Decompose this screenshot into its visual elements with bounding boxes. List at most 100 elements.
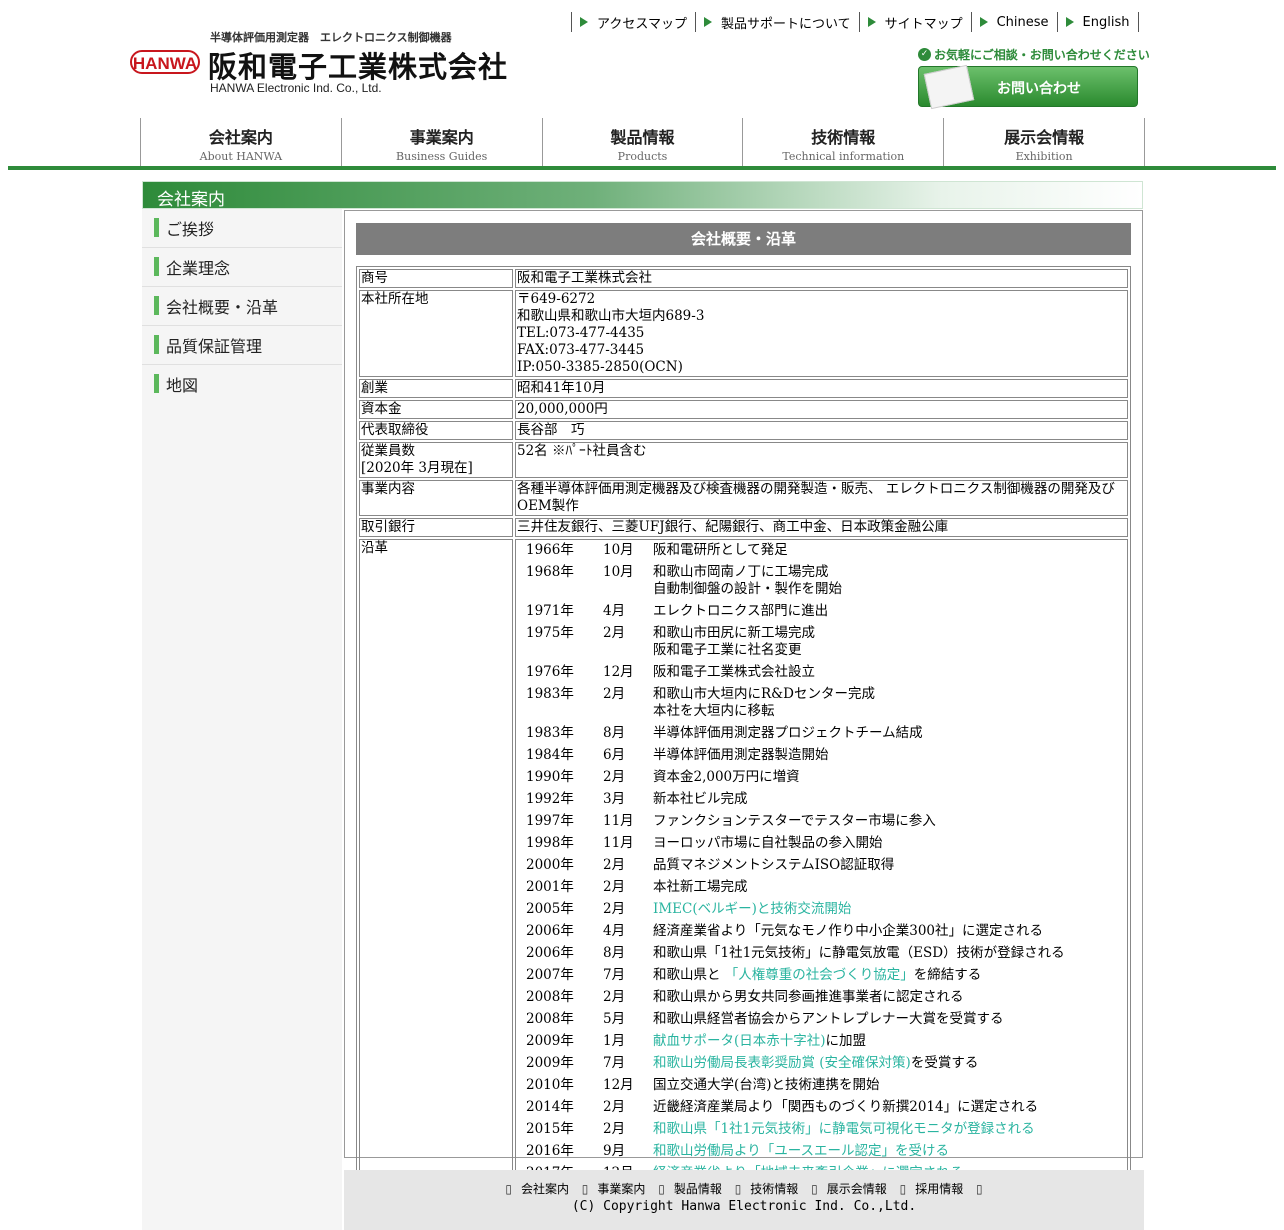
sidebar-item-greeting[interactable]: ご挨拶 (142, 209, 342, 248)
history-month: 12月 (603, 1077, 634, 1093)
footer-link-products[interactable]: 製品情報 (674, 1182, 722, 1196)
top-link-sitemap[interactable]: サイトマップ (858, 12, 971, 32)
history-desc: 和歌山市岡南ノ丁に工場完成 自動制御盤の設計・製作を開始 (653, 564, 1065, 601)
history-year: 2006年 (526, 945, 574, 961)
history-row: 2000年 2月 品質マネジメントシステムISO認証取得 (526, 857, 1065, 877)
top-link-english[interactable]: English (1056, 12, 1139, 32)
history-link[interactable]: 和歌山県「1社1元気技術」に静電気可視化モニタが登録される (653, 1121, 1035, 1137)
history-year: 2005年 (526, 901, 574, 917)
table-row: 事業内容 各種半導体評価用測定機器及び検査機器の開発製造・販売、 エレクトロニクス… (359, 480, 1128, 516)
history-year: 2006年 (526, 923, 574, 939)
history-text: 和歌山県と (653, 967, 725, 983)
sidebar: ご挨拶 企業理念 会社概要・沿革 品質保証管理 地図 (142, 209, 342, 1230)
history-desc: ヨーロッパ市場に自社製品の参入開始 (653, 835, 1065, 855)
history-text: に加盟 (825, 1033, 867, 1049)
nav-business[interactable]: 事業案内 Business Guides (342, 118, 543, 166)
history-year: 1983年 (526, 725, 574, 741)
history-month: 8月 (603, 725, 626, 741)
logo-subtitle: 半導体評価用測定器 エレクトロニクス制御機器 (210, 32, 452, 44)
history-text-line2: 自動制御盤の設計・製作を開始 (653, 581, 842, 597)
nav-technical[interactable]: 技術情報 Technical information (743, 118, 945, 166)
address-cell: 〒649-6272 和歌山県和歌山市大垣内689-3 TEL:073-477-4… (515, 290, 1128, 377)
history-row: 1990年 2月 資本金2,000万円に増資 (526, 769, 1065, 789)
history-year: 2007年 (526, 967, 574, 983)
history-text: 資本金2,000万円に増資 (653, 769, 800, 785)
history-text: 経済産業省より「元気なモノ作り中小企業300社」に選定される (653, 923, 1043, 939)
sidebar-item-map[interactable]: 地図 (142, 365, 342, 403)
history-month: 12月 (603, 664, 634, 680)
history-month: 7月 (603, 967, 626, 983)
history-link[interactable]: IMEC(ベルギー)と技術交流開始 (653, 901, 851, 917)
history-row: 1997年 11月 ファンクションテスターでテスター市場に参入 (526, 813, 1065, 833)
history-cell: 1966年 10月 阪和電研所として発足 1968年 10月 和歌山市岡南ノ丁に工場完成自… (515, 539, 1128, 1188)
history-month: 2月 (603, 857, 626, 873)
history-row: 2016年 9月 和歌山労働局より「ユースエール認定」を受ける (526, 1143, 1065, 1163)
history-row: 1992年 3月 新本社ビル完成 (526, 791, 1065, 811)
company-name[interactable]: 阪和電子工業株式会社 (208, 44, 508, 86)
history-row: 1971年 4月 エレクトロニクス部門に進出 (526, 603, 1065, 623)
history-year: 1984年 (526, 747, 574, 763)
history-row: 2005年 2月 IMEC(ベルギー)と技術交流開始 (526, 901, 1065, 921)
company-name-en: HANWA Electronic Ind. Co., Ltd. (210, 81, 382, 95)
history-month: 4月 (603, 923, 626, 939)
section-title-bar: 会社案内 (142, 181, 1143, 210)
history-text: を受賞する (910, 1055, 979, 1071)
main-nav: 会社案内 About HANWA 事業案内 Business Guides 製品情報… (140, 118, 1145, 166)
history-month: 2月 (603, 989, 626, 1005)
header-divider (8, 166, 1276, 170)
sidebar-item-philosophy[interactable]: 企業理念 (142, 248, 342, 287)
history-link[interactable]: 和歌山労働局より「ユースエール認定」を受ける (653, 1143, 949, 1159)
history-row: 1984年 6月 半導体評価用測定器製造開始 (526, 747, 1065, 767)
check-icon: ✓ (918, 48, 931, 61)
sidebar-item-quality[interactable]: 品質保証管理 (142, 326, 342, 365)
page-title: 会社概要・沿革 (356, 223, 1131, 255)
history-row: 2009年 1月 献血サポータ(日本赤十字社)に加盟 (526, 1033, 1065, 1053)
table-row: 資本金 20,000,000円 (359, 400, 1128, 419)
history-year: 1971年 (526, 603, 574, 619)
top-link-access-map[interactable]: アクセスマップ (571, 12, 695, 32)
history-text: 阪和電研所として発足 (653, 542, 788, 558)
footer-link-technical[interactable]: 技術情報 (750, 1182, 798, 1196)
nav-exhibition[interactable]: 展示会情報 Exhibition (944, 118, 1145, 166)
contact-button[interactable]: お問い合わせ (918, 64, 1138, 110)
history-desc: 和歌山県経営者協会からアントレプレナー大賞を受賞する (653, 1011, 1065, 1031)
history-year: 2014年 (526, 1099, 574, 1115)
history-row: 2015年 2月 和歌山県「1社1元気技術」に静電気可視化モニタが登録される (526, 1121, 1065, 1141)
history-text: 阪和電子工業株式会社設立 (653, 664, 815, 680)
history-desc: 和歌山県から男女共同参画推進事業者に認定される (653, 989, 1065, 1009)
footer-link-recruit[interactable]: 採用情報 (915, 1182, 963, 1196)
top-link-product-support[interactable]: 製品サポートについて (694, 12, 859, 32)
history-year: 1975年 (526, 625, 574, 641)
history-text: 品質マネジメントシステムISO認証取得 (653, 857, 895, 873)
history-link[interactable]: 「人権尊重の社会づくり協定」 (725, 967, 914, 983)
history-desc: 経済産業省より「元気なモノ作り中小企業300社」に選定される (653, 923, 1065, 943)
history-year: 2010年 (526, 1077, 574, 1093)
history-link[interactable]: 献血サポータ(日本赤十字社) (653, 1033, 826, 1049)
history-desc: 和歌山県「1社1元気技術」に静電気可視化モニタが登録される (653, 1121, 1065, 1141)
main-content: 会社概要・沿革 商号 阪和電子工業株式会社 本社所在地 〒649-6272 和歌山… (344, 210, 1143, 1191)
sidebar-item-overview[interactable]: 会社概要・沿革 (142, 287, 342, 326)
history-row: 2008年 2月 和歌山県から男女共同参画推進事業者に認定される (526, 989, 1065, 1009)
history-link[interactable]: 和歌山労働局長表彰奨励賞 (安全確保対策) (653, 1055, 911, 1071)
history-year: 2008年 (526, 1011, 574, 1027)
history-text: 半導体評価用測定器プロジェクトチーム結成 (653, 725, 923, 741)
history-desc: 国立交通大学(台湾)と技術連携を開始 (653, 1077, 1065, 1097)
history-row: 2001年 2月 本社新工場完成 (526, 879, 1065, 899)
history-month: 2月 (603, 901, 626, 917)
nav-about[interactable]: 会社案内 About HANWA (141, 118, 342, 166)
footer-link-business[interactable]: 事業案内 (597, 1182, 645, 1196)
footer-link-exhibition[interactable]: 展示会情報 (827, 1182, 887, 1196)
copyright: (C) Copyright Hanwa Electronic Ind. Co.,… (571, 1199, 917, 1214)
table-row: 商号 阪和電子工業株式会社 (359, 269, 1128, 288)
table-row: 従業員数 [2020年 3月現在] 52名 ※ﾊﾟｰﾄ社員含む (359, 442, 1128, 478)
history-year: 2000年 (526, 857, 574, 873)
hanwa-logo[interactable]: HANWA (130, 50, 200, 74)
history-year: 1968年 (526, 564, 574, 580)
nav-products[interactable]: 製品情報 Products (543, 118, 744, 166)
footer-link-about[interactable]: 会社案内 (521, 1182, 569, 1196)
history-month: 3月 (603, 791, 626, 807)
history-month: 11月 (603, 835, 634, 851)
history-desc: 新本社ビル完成 (653, 791, 1065, 811)
history-year: 1983年 (526, 686, 574, 702)
top-link-chinese[interactable]: Chinese (970, 12, 1057, 32)
